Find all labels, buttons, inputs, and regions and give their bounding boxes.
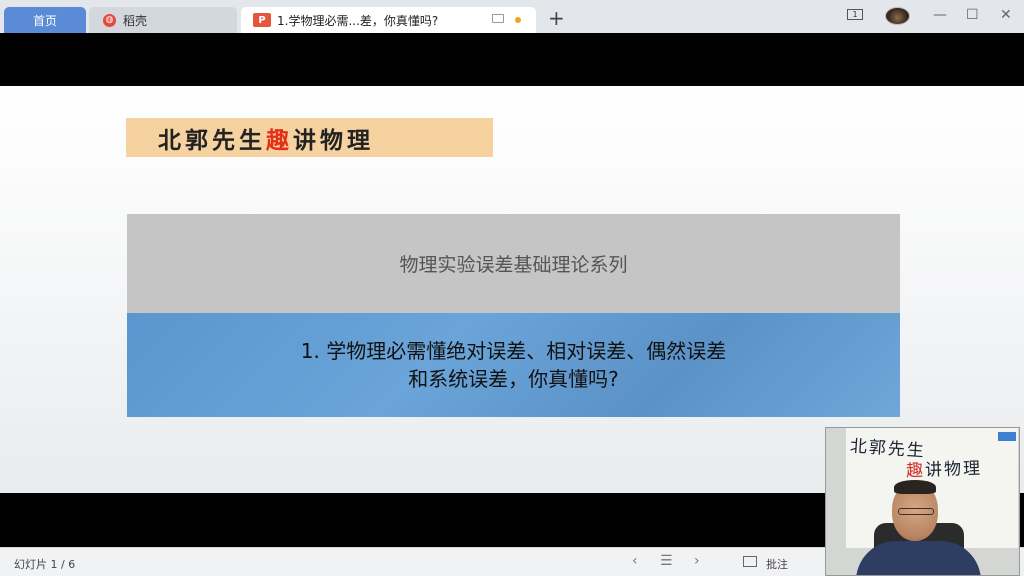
series-title-box: 物理实验误差基础理论系列 xyxy=(127,214,900,313)
next-slide-button[interactable]: › xyxy=(694,553,700,569)
tab-daoke-label: 稻壳 xyxy=(123,13,148,28)
tab-document[interactable]: P 1.学物理必需...差，你真懂吗? xyxy=(241,7,536,33)
tab-document-label: 1.学物理必需...差，你真懂吗? xyxy=(277,13,439,28)
prev-slide-button[interactable]: ‹ xyxy=(632,553,638,569)
presenter-glasses xyxy=(898,508,934,515)
maximize-button[interactable]: ☐ xyxy=(966,6,979,24)
daoke-logo-icon: ◍ xyxy=(103,13,116,27)
unsaved-dot-icon xyxy=(515,17,521,23)
slide-list-button[interactable]: ☰ xyxy=(660,553,673,569)
new-tab-button[interactable]: + xyxy=(548,8,565,28)
tab-bar: 首页 ◍ 稻壳 P 1.学物理必需...差，你真懂吗? + 1 — ☐ ✕ xyxy=(0,0,1024,33)
banner-text-pre: 北郭先生 xyxy=(158,126,266,154)
presentation-file-icon: P xyxy=(253,13,271,27)
close-button[interactable]: ✕ xyxy=(1000,6,1012,24)
user-avatar[interactable] xyxy=(885,7,910,25)
tab-home[interactable]: 首页 xyxy=(4,7,86,33)
minimize-button[interactable]: — xyxy=(933,6,947,24)
whiteboard-text-red: 趣 xyxy=(905,460,926,482)
banner-text-red: 趣 xyxy=(266,126,293,154)
lecture-title-line1: 1. 学物理必需懂绝对误差、相对误差、偶然误差 xyxy=(300,339,727,363)
presenter-body xyxy=(856,541,981,575)
webcam-overlay: 北郭先生 趣讲物理 xyxy=(825,427,1020,576)
lecture-title-box: 1. 学物理必需懂绝对误差、相对误差、偶然误差 和系统误差，你真懂吗? xyxy=(127,313,900,417)
lecture-title-line2: 和系统误差，你真懂吗? xyxy=(408,367,619,391)
monitor-icon[interactable] xyxy=(492,14,504,23)
whiteboard-text-line2: 趣讲物理 xyxy=(906,454,983,482)
slide-counter: 幻灯片 1 / 6 xyxy=(14,558,76,571)
title-banner: 北郭先生趣讲物理 xyxy=(126,118,493,157)
whiteboard-text-rest: 讲物理 xyxy=(924,458,983,481)
tab-home-label: 首页 xyxy=(32,13,57,28)
presenter-hair xyxy=(894,480,936,494)
magnet-marker xyxy=(998,432,1016,441)
series-title: 物理实验误差基础理论系列 xyxy=(399,254,628,276)
comment-icon[interactable] xyxy=(743,556,757,567)
comment-label[interactable]: 批注 xyxy=(766,556,788,572)
reading-mode-icon[interactable]: 1 xyxy=(847,9,863,20)
banner-text-post: 讲物理 xyxy=(293,126,374,154)
tab-daoke[interactable]: ◍ 稻壳 xyxy=(89,7,237,33)
